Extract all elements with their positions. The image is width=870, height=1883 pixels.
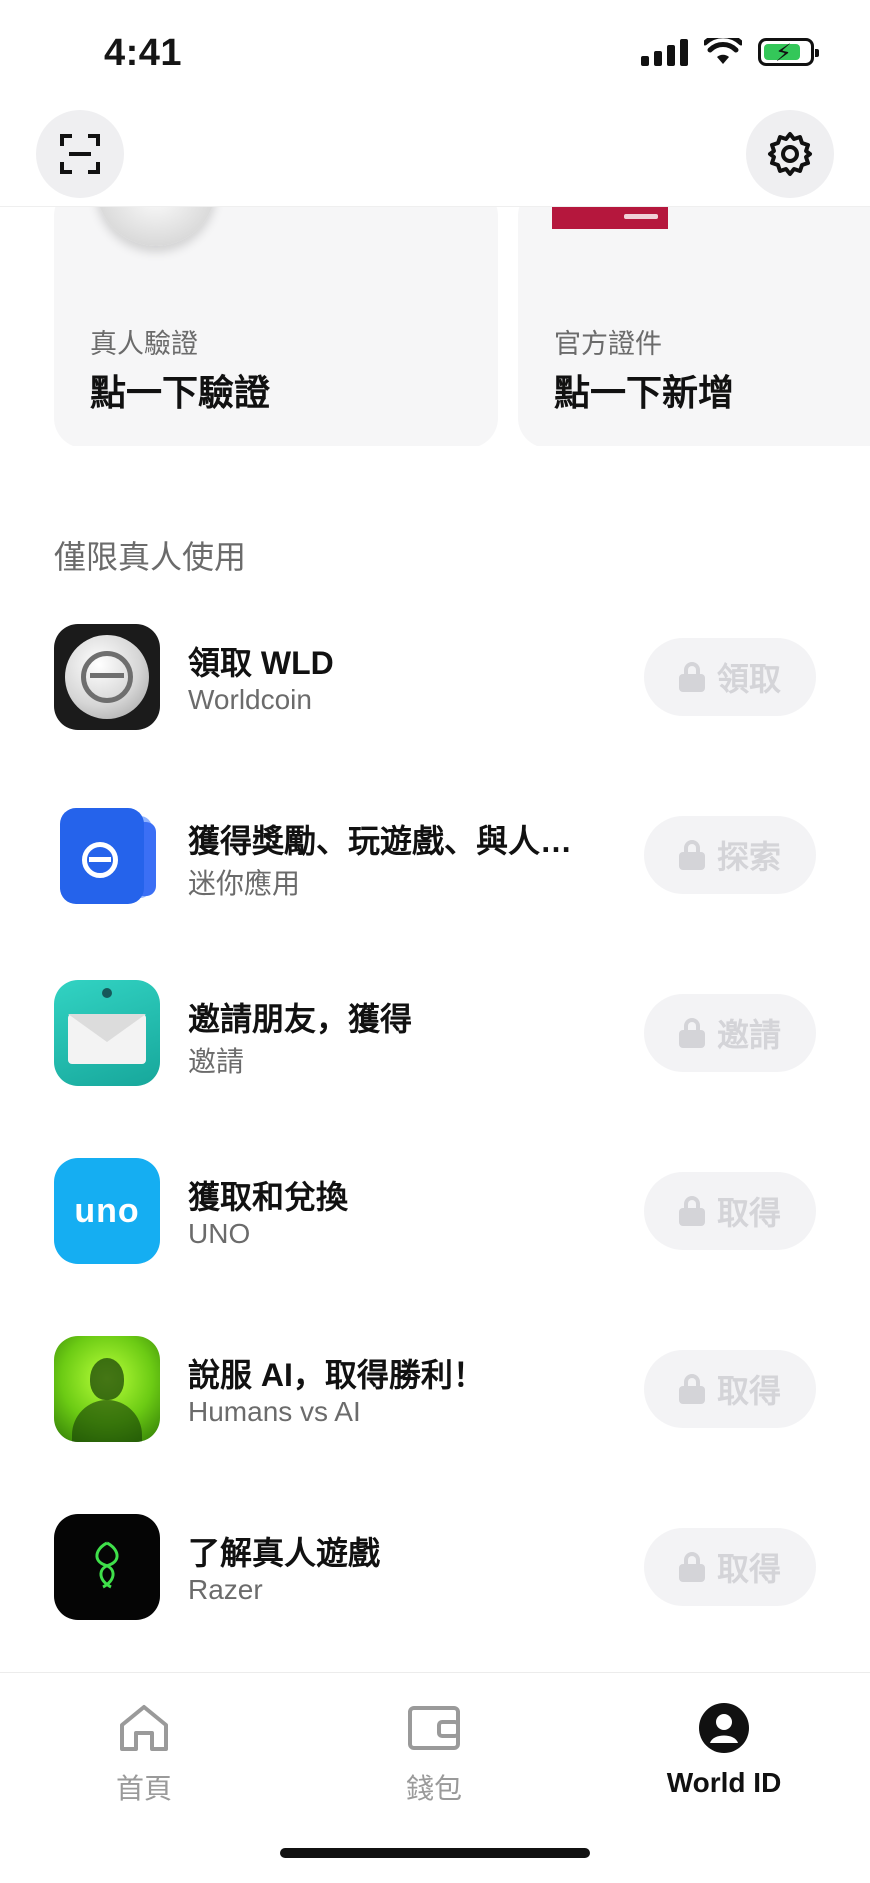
lock-icon bbox=[678, 662, 705, 692]
get-button[interactable]: 取得 bbox=[644, 1172, 816, 1250]
gear-icon bbox=[768, 132, 812, 176]
item-subtitle: Worldcoin bbox=[188, 684, 312, 715]
battery-icon: ⚡ bbox=[758, 38, 819, 67]
uno-logo-icon: uno bbox=[54, 1158, 160, 1264]
tab-wallet[interactable]: 錢包 bbox=[334, 1701, 534, 1807]
tab-home[interactable]: 首頁 bbox=[44, 1701, 244, 1807]
section-title: 僅限真人使用 bbox=[54, 539, 247, 575]
lock-icon bbox=[678, 1196, 705, 1226]
item-subtitle: 邀請 bbox=[188, 1046, 245, 1077]
item-title: 了解真人遊戲 bbox=[188, 1535, 381, 1571]
cellular-signal-icon bbox=[641, 38, 688, 66]
list-item[interactable]: 說服 AI，取得勝利！ Humans vs AI 取得 bbox=[0, 1334, 870, 1512]
lock-icon bbox=[678, 1018, 705, 1048]
scan-button[interactable] bbox=[36, 110, 124, 198]
tab-world-id[interactable]: World ID bbox=[624, 1701, 824, 1799]
lock-icon bbox=[678, 1552, 705, 1582]
mini-apps-book-icon bbox=[54, 802, 160, 908]
explore-button[interactable]: 探索 bbox=[644, 816, 816, 894]
list-item[interactable]: 領取 WLD Worldcoin 領取 bbox=[0, 622, 870, 800]
button-label: 取得 bbox=[716, 1551, 781, 1587]
card-title: 點一下新增 bbox=[554, 372, 735, 413]
verify-human-card[interactable]: 真人驗證 點一下驗證 bbox=[54, 206, 498, 446]
item-subtitle: 迷你應用 bbox=[188, 868, 301, 899]
lock-icon bbox=[678, 840, 705, 870]
status-icons: ⚡ bbox=[641, 38, 819, 67]
lock-icon bbox=[678, 1374, 705, 1404]
status-bar: 4:41 ⚡ bbox=[0, 0, 870, 110]
item-title: 獲得獎勵、玩遊戲、與人… bbox=[188, 823, 573, 859]
app-list: 領取 WLD Worldcoin 領取 獲得獎勵、玩遊戲、與人… 迷你應用 探索… bbox=[0, 622, 870, 1690]
settings-button[interactable] bbox=[746, 110, 834, 198]
list-item[interactable]: 邀請朋友，獲得 邀請 邀請 bbox=[0, 978, 870, 1156]
list-item[interactable]: 了解真人遊戲 Razer 取得 bbox=[0, 1512, 870, 1690]
envelope-icon bbox=[54, 980, 160, 1086]
item-subtitle: UNO bbox=[188, 1218, 251, 1249]
profile-icon bbox=[696, 1701, 752, 1755]
item-subtitle: Razer bbox=[188, 1574, 263, 1605]
card-subtitle: 真人驗證 bbox=[90, 329, 198, 359]
tab-label: World ID bbox=[666, 1767, 782, 1798]
button-label: 領取 bbox=[716, 661, 781, 697]
item-title: 說服 AI，取得勝利！ bbox=[188, 1357, 485, 1393]
tab-label: 錢包 bbox=[405, 1773, 462, 1804]
tab-label: 首頁 bbox=[115, 1773, 172, 1804]
orb-device-image bbox=[96, 206, 216, 246]
home-icon bbox=[116, 1701, 172, 1755]
status-time: 4:41 bbox=[104, 32, 183, 74]
id-document-image bbox=[552, 206, 668, 229]
list-item[interactable]: 獲得獎勵、玩遊戲、與人… 迷你應用 探索 bbox=[0, 800, 870, 978]
item-subtitle: Humans vs AI bbox=[188, 1396, 361, 1427]
official-id-card[interactable]: 官方證件 點一下新增 bbox=[518, 206, 870, 446]
claim-button[interactable]: 領取 bbox=[644, 638, 816, 716]
wallet-icon bbox=[406, 1701, 462, 1755]
get-button[interactable]: 取得 bbox=[644, 1350, 816, 1428]
button-label: 取得 bbox=[716, 1195, 781, 1231]
worldcoin-coin-icon bbox=[54, 624, 160, 730]
scan-icon bbox=[60, 134, 100, 174]
button-label: 邀請 bbox=[716, 1017, 781, 1053]
invite-button[interactable]: 邀請 bbox=[644, 994, 816, 1072]
item-title: 獲取和兌換 bbox=[188, 1179, 349, 1215]
credential-cards: 真人驗證 點一下驗證 官方證件 點一下新增 bbox=[0, 206, 870, 446]
card-subtitle: 官方證件 bbox=[554, 329, 662, 359]
razer-snake-icon bbox=[54, 1514, 160, 1620]
card-title: 點一下驗證 bbox=[90, 372, 271, 413]
get-button[interactable]: 取得 bbox=[644, 1528, 816, 1606]
humans-vs-ai-icon bbox=[54, 1336, 160, 1442]
item-title: 邀請朋友，獲得 bbox=[188, 1001, 413, 1037]
top-header bbox=[0, 108, 870, 207]
wifi-icon bbox=[704, 38, 742, 64]
button-label: 取得 bbox=[716, 1373, 781, 1409]
home-indicator bbox=[280, 1848, 590, 1858]
list-item[interactable]: uno 獲取和兌換 UNO 取得 bbox=[0, 1156, 870, 1334]
item-title: 領取 WLD bbox=[188, 645, 334, 681]
button-label: 探索 bbox=[716, 839, 781, 875]
